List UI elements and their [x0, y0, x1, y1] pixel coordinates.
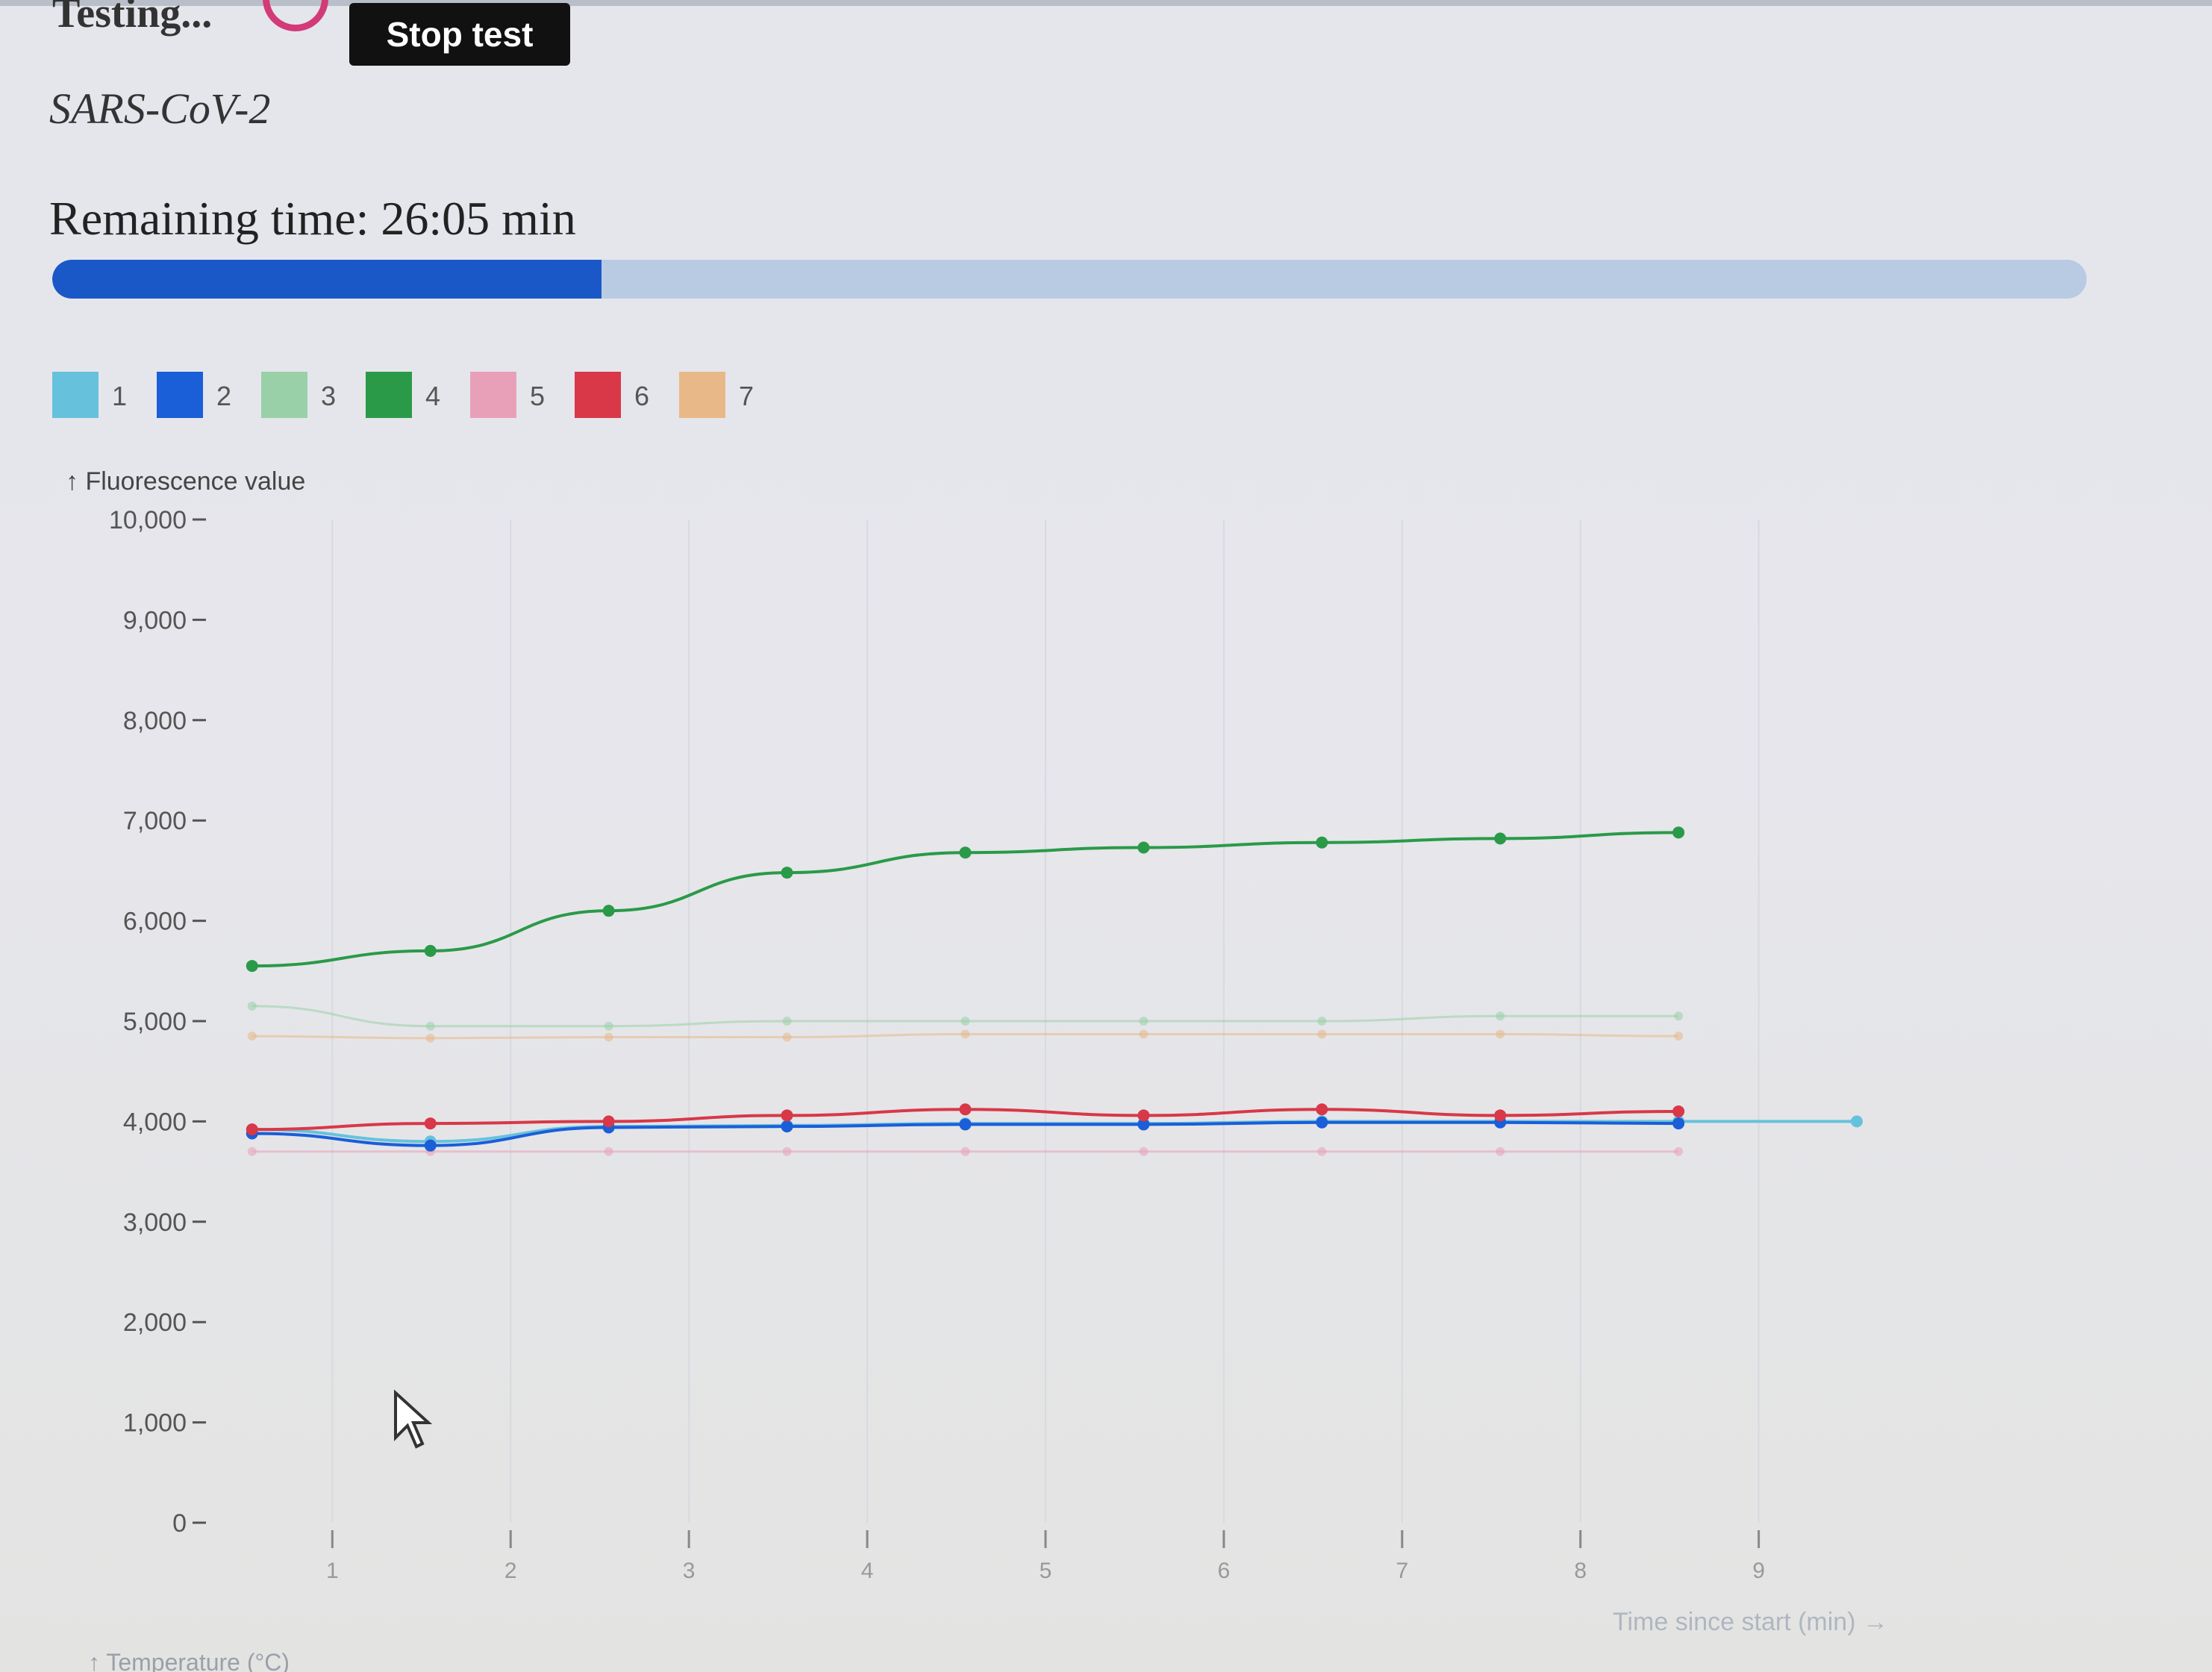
data-point-6 — [959, 1103, 972, 1116]
data-point-3 — [1674, 1011, 1684, 1021]
legend-label: 7 — [739, 381, 754, 411]
x-tick-label: 3 — [683, 1559, 696, 1583]
x-tick-label: 5 — [1040, 1559, 1052, 1583]
y-tick-label: 5,000 — [123, 1008, 187, 1036]
test-status-text: Testing... — [52, 0, 213, 37]
legend-label: 2 — [216, 381, 232, 411]
data-point-7 — [425, 1033, 435, 1043]
data-point-3 — [425, 1021, 435, 1031]
data-point-7 — [960, 1029, 970, 1039]
data-point-3 — [1139, 1017, 1149, 1026]
data-point-5 — [1317, 1147, 1327, 1156]
fluorescence-chart: ↑ Fluorescence value 0 1,000 2,000 3,000 4,00… — [66, 467, 1888, 1672]
y-tick-label: 6,000 — [123, 908, 187, 936]
data-point-7 — [1139, 1029, 1149, 1039]
remaining-time: Remaining time: 26:05 min — [49, 192, 576, 245]
stop-test-button[interactable]: Stop test — [349, 3, 570, 66]
data-point-6 — [1494, 1109, 1507, 1122]
data-point-2 — [781, 1120, 793, 1133]
y-tick-label: 9,000 — [123, 606, 187, 634]
y-tick-label: 8,000 — [123, 707, 187, 735]
data-point-2 — [1672, 1117, 1685, 1130]
data-point-6 — [424, 1117, 437, 1130]
data-point-3 — [782, 1017, 792, 1026]
legend-swatch — [470, 372, 516, 418]
data-point-2 — [1316, 1116, 1328, 1129]
x-tick-label: 9 — [1752, 1559, 1765, 1583]
data-point-5 — [1674, 1147, 1684, 1156]
y-tick-label: 3,000 — [123, 1208, 187, 1237]
data-point-6 — [1137, 1109, 1150, 1122]
data-point-4 — [1672, 826, 1685, 839]
data-point-4 — [959, 846, 972, 859]
data-point-2 — [424, 1139, 437, 1152]
data-point-5 — [247, 1147, 257, 1156]
data-point-4 — [1137, 841, 1150, 854]
data-point-5 — [604, 1147, 613, 1156]
x-tick-label: 8 — [1574, 1559, 1587, 1583]
data-point-6 — [1672, 1105, 1685, 1117]
legend-label: 5 — [530, 381, 546, 411]
y-tick-label: 0 — [172, 1509, 187, 1538]
data-point-7 — [1496, 1029, 1505, 1039]
data-point-5 — [1496, 1147, 1505, 1156]
data-point-7 — [604, 1032, 613, 1042]
y-axis-label: ↑ Fluorescence value — [66, 467, 305, 496]
data-point-3 — [247, 1001, 257, 1011]
y-tick-label: 1,000 — [123, 1409, 187, 1438]
legend-swatch — [52, 372, 99, 418]
loading-spinner-icon — [263, 0, 328, 31]
data-point-2 — [959, 1118, 972, 1131]
legend-swatch — [679, 372, 725, 418]
data-point-3 — [960, 1017, 970, 1026]
data-point-4 — [1494, 832, 1507, 845]
data-point-4 — [781, 867, 793, 879]
x-tick-label: 2 — [504, 1559, 517, 1583]
legend-swatch — [575, 372, 621, 418]
legend-label: 1 — [112, 381, 128, 411]
data-point-7 — [1317, 1029, 1327, 1039]
data-point-7 — [247, 1032, 257, 1041]
legend-label: 6 — [634, 381, 650, 411]
data-point-3 — [604, 1021, 613, 1031]
legend-swatch — [261, 372, 307, 418]
data-point-6 — [602, 1115, 615, 1128]
data-point-4 — [246, 960, 258, 973]
y-tick-label: 2,000 — [123, 1308, 187, 1337]
data-point-6 — [1316, 1103, 1328, 1116]
x-axis-label: Time since start (min) → — [1613, 1608, 1888, 1636]
data-point-4 — [602, 905, 615, 917]
data-point-3 — [1317, 1017, 1327, 1026]
progress-bar-fill — [52, 260, 602, 299]
data-point-4 — [1316, 836, 1328, 849]
y-tick-label: 10,000 — [109, 506, 187, 534]
data-point-5 — [782, 1147, 792, 1156]
test-name: SARS-CoV-2 — [49, 84, 271, 133]
legend-swatch — [366, 372, 412, 418]
data-point-7 — [1674, 1032, 1684, 1041]
y-tick-label: 7,000 — [123, 807, 187, 835]
data-point-5 — [1139, 1147, 1149, 1156]
mouse-cursor-icon — [394, 1390, 433, 1449]
temperature-axis-label: ↑ Temperature (°C) — [88, 1649, 290, 1672]
top-border — [0, 0, 2212, 6]
data-point-3 — [1496, 1011, 1505, 1021]
progress-bar — [52, 260, 2087, 299]
x-tick-label: 6 — [1218, 1559, 1231, 1583]
legend-label: 3 — [321, 381, 337, 411]
data-point-7 — [782, 1032, 792, 1042]
y-tick-label: 4,000 — [123, 1108, 187, 1136]
data-point-1 — [1851, 1115, 1863, 1128]
x-tick-label: 7 — [1396, 1559, 1408, 1583]
data-point-6 — [781, 1109, 793, 1122]
legend-swatch — [157, 372, 203, 418]
data-point-4 — [424, 944, 437, 957]
x-tick-label: 1 — [326, 1559, 339, 1583]
data-point-6 — [246, 1123, 258, 1136]
data-point-5 — [960, 1147, 970, 1156]
legend-label: 4 — [425, 381, 441, 411]
x-tick-label: 4 — [861, 1559, 874, 1583]
